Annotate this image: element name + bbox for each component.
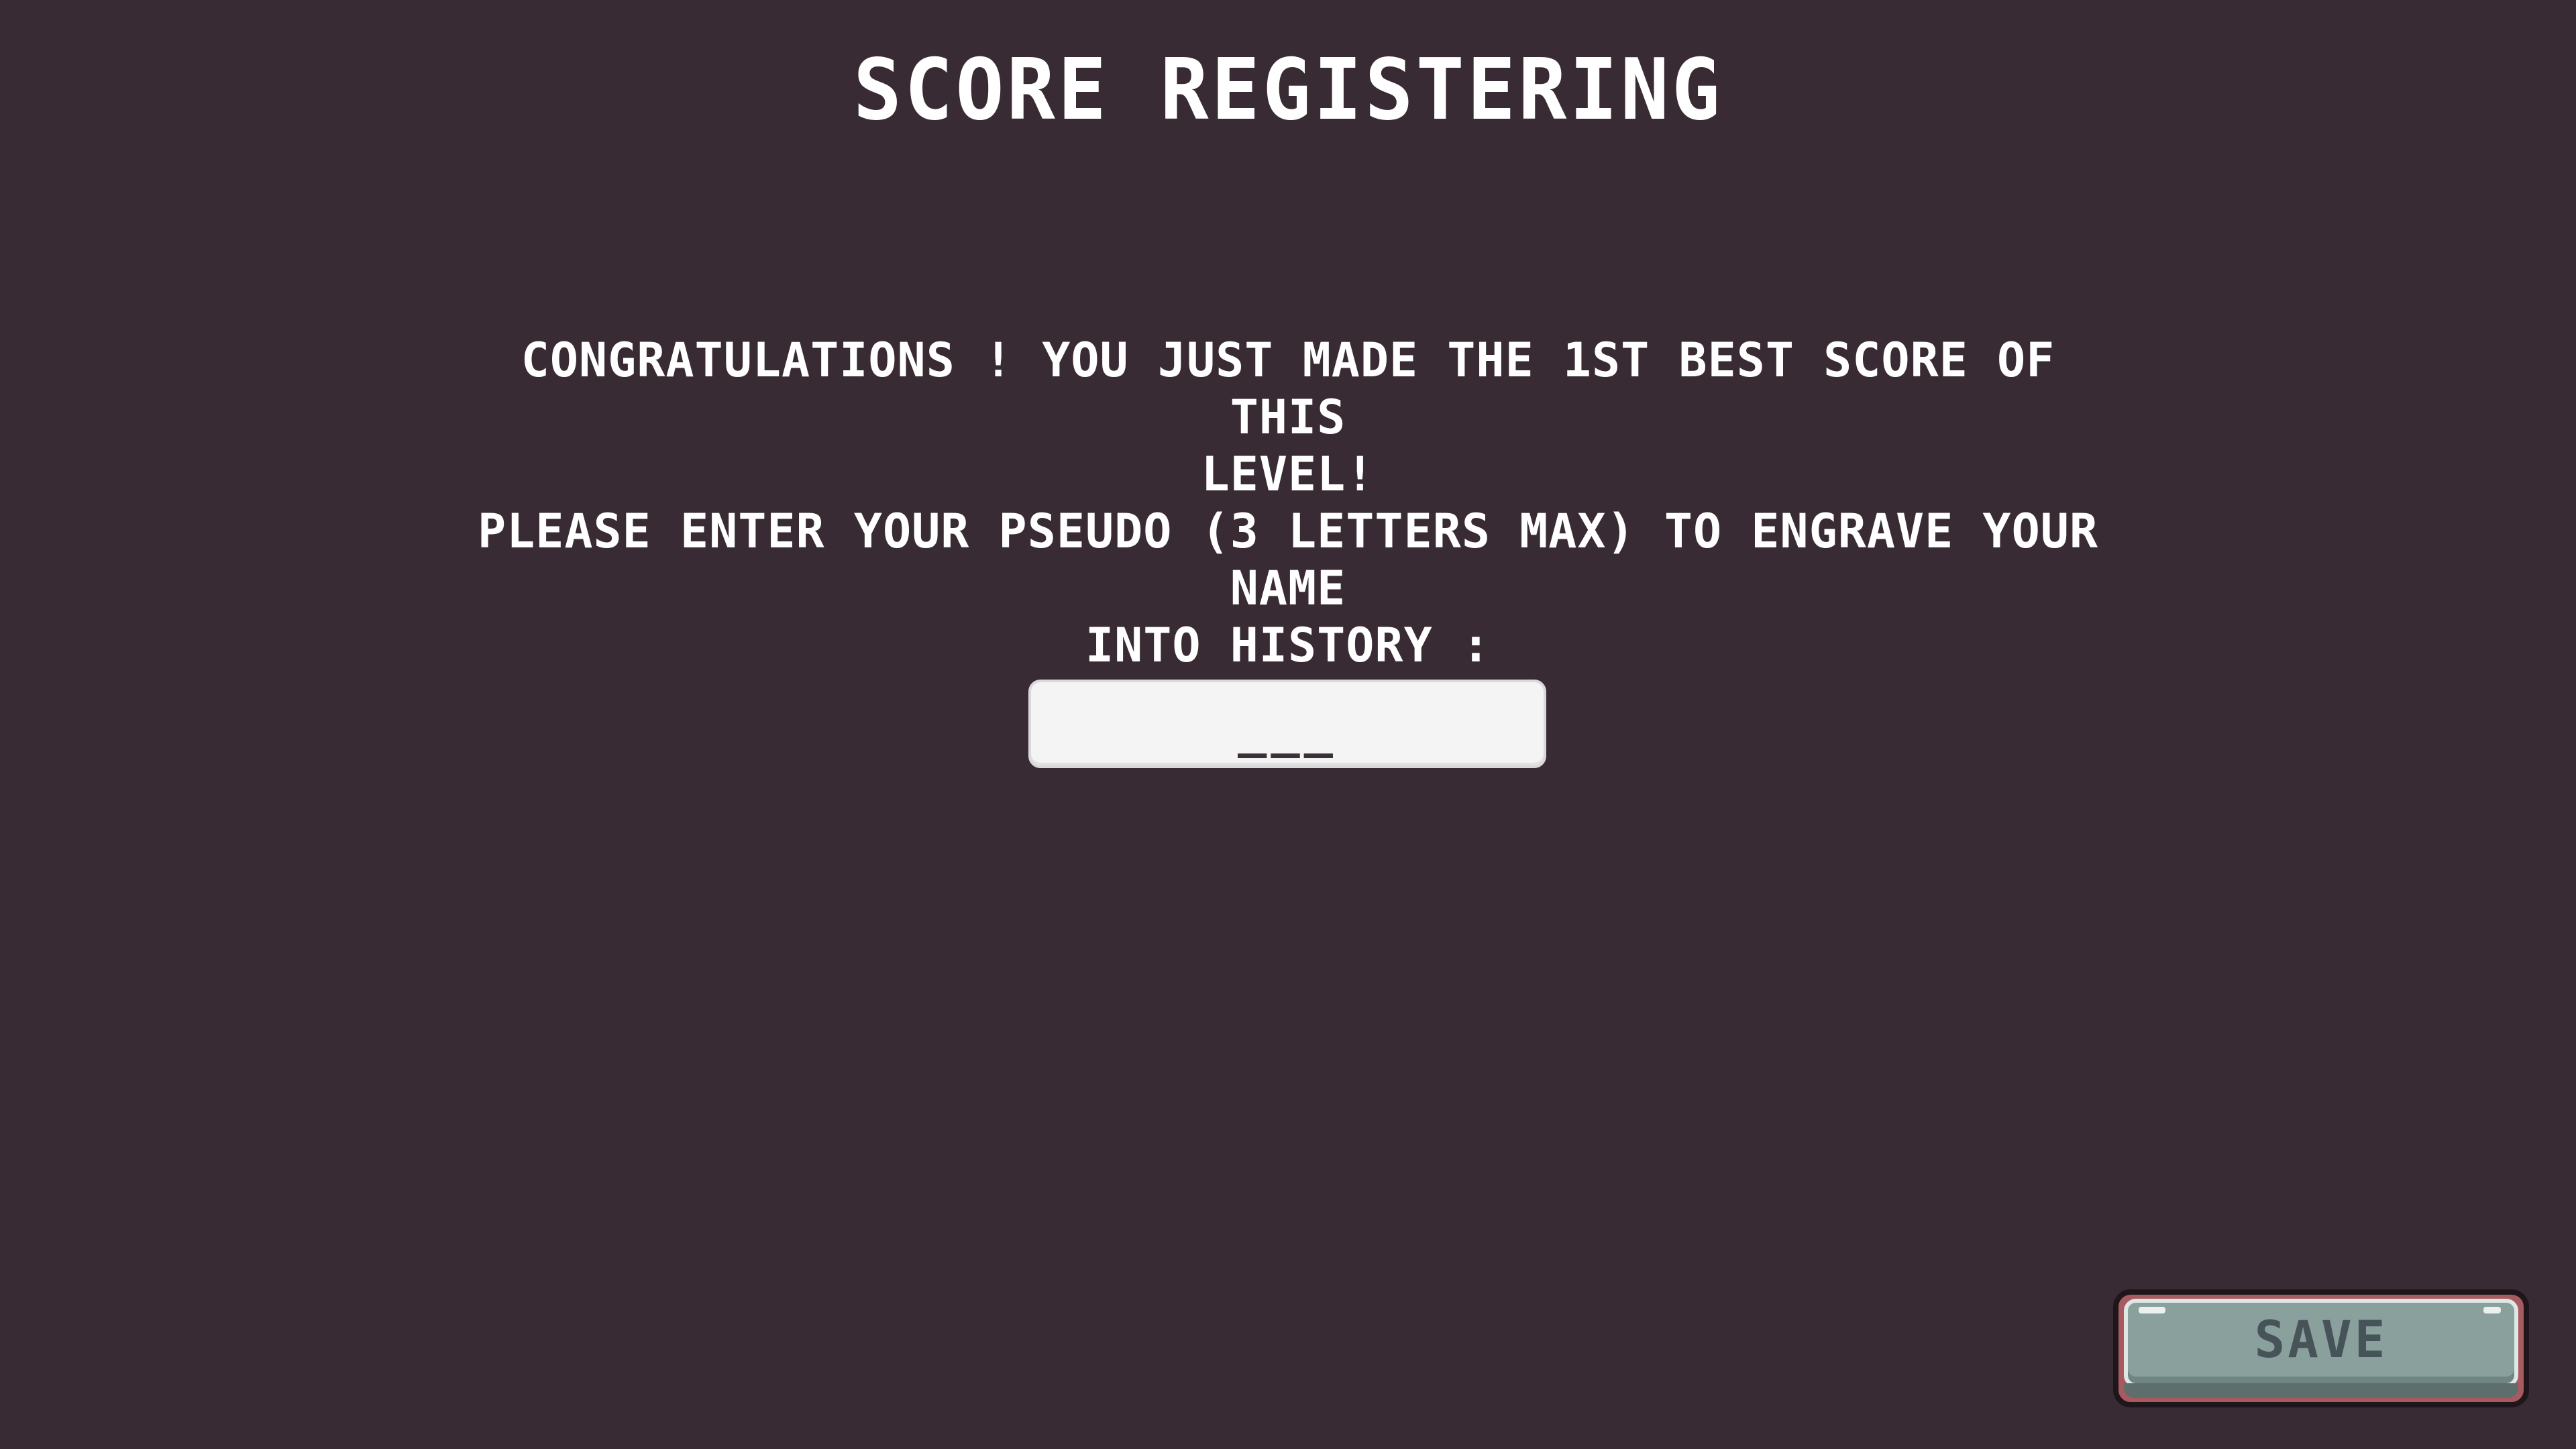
congratulations-message: CONGRATULATIONS ! YOU JUST MADE THE 1ST … (470, 332, 2106, 674)
pseudo-input[interactable] (1028, 680, 1546, 768)
message-line: LEVEL! (1201, 447, 1375, 502)
message-line: CONGRATULATIONS ! YOU JUST MADE THE 1ST … (521, 333, 2055, 445)
save-button[interactable]: SAVE (2113, 1289, 2529, 1407)
screen-title: SCORE REGISTERING (853, 41, 1723, 140)
save-button-label: SAVE (2254, 1309, 2388, 1369)
save-button-shadow (2124, 1383, 2518, 1398)
message-line: PLEASE ENTER YOUR PSEUDO (3 LETTERS MAX)… (477, 504, 2099, 616)
message-line: INTO HISTORY : (1085, 618, 1491, 673)
